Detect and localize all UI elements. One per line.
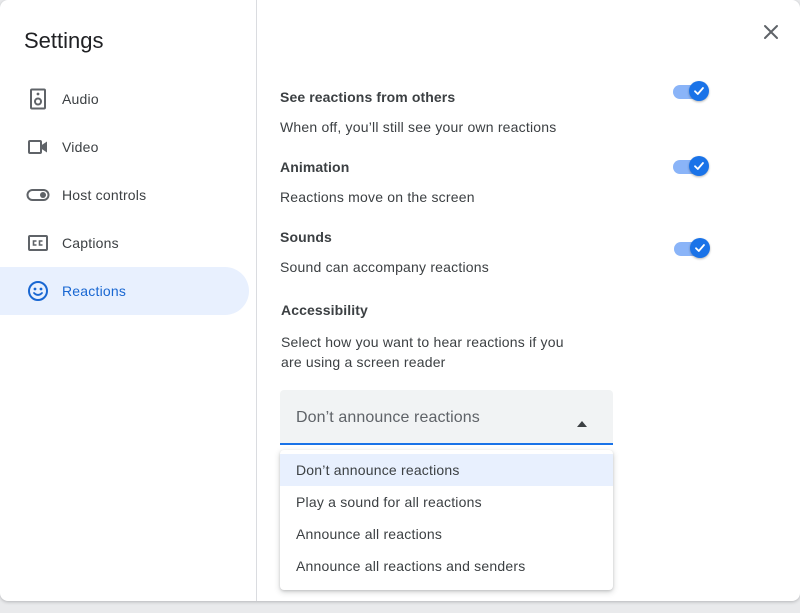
select-value: Don’t announce reactions bbox=[296, 409, 480, 426]
closed-captions-icon bbox=[26, 231, 50, 255]
video-camera-icon bbox=[26, 135, 50, 159]
checkmark-icon bbox=[694, 87, 704, 95]
sidebar-item-label: Reactions bbox=[62, 283, 127, 299]
dialog-title: Settings bbox=[24, 28, 104, 53]
animation-toggle[interactable] bbox=[673, 155, 711, 177]
checkmark-icon bbox=[694, 162, 704, 170]
setting-description: Reactions move on the screen bbox=[280, 189, 475, 205]
setting-description: When off, you’ll still see your own reac… bbox=[280, 119, 557, 135]
smiley-icon bbox=[26, 279, 50, 303]
arrow-up-icon bbox=[577, 414, 587, 432]
setting-title: Sounds bbox=[280, 229, 332, 245]
sidebar-item-label: Captions bbox=[62, 235, 119, 251]
option-play-sound[interactable]: Play a sound for all reactions bbox=[280, 486, 613, 518]
sidebar-item-host-controls[interactable]: Host controls bbox=[0, 171, 249, 219]
sidebar-item-captions[interactable]: Captions bbox=[0, 219, 249, 267]
setting-sounds: Sounds Sound can accompany reactions bbox=[280, 229, 720, 277]
close-icon bbox=[763, 24, 779, 45]
description-line: are using a screen reader bbox=[281, 354, 446, 370]
setting-animation: Animation Reactions move on the screen bbox=[280, 159, 720, 207]
setting-title: See reactions from others bbox=[280, 89, 456, 105]
toggle-thumb bbox=[689, 81, 709, 101]
description-line: Select how you want to hear reactions if… bbox=[281, 334, 564, 350]
settings-dialog: Settings Audio Video Host controls Capti… bbox=[0, 0, 800, 601]
screen-reader-options-menu: Don’t announce reactions Play a sound fo… bbox=[280, 450, 613, 590]
toggle-icon bbox=[26, 183, 50, 207]
setting-see-reactions: See reactions from others When off, you’… bbox=[280, 89, 720, 137]
sidebar-item-label: Video bbox=[62, 139, 99, 155]
speaker-icon bbox=[26, 87, 50, 111]
setting-description: Select how you want to hear reactions if… bbox=[281, 332, 721, 372]
setting-title: Accessibility bbox=[281, 302, 368, 318]
sidebar-item-label: Host controls bbox=[62, 187, 147, 203]
close-button[interactable] bbox=[755, 18, 787, 50]
toggle-thumb bbox=[690, 238, 710, 258]
setting-title: Animation bbox=[280, 159, 350, 175]
checkmark-icon bbox=[695, 244, 705, 252]
toggle-thumb bbox=[689, 156, 709, 176]
sidebar-item-reactions[interactable]: Reactions bbox=[0, 267, 249, 315]
sidebar-item-video[interactable]: Video bbox=[0, 123, 249, 171]
sounds-toggle[interactable] bbox=[674, 237, 712, 259]
settings-nav: Audio Video Host controls Captions React… bbox=[0, 75, 249, 315]
sidebar-item-audio[interactable]: Audio bbox=[0, 75, 249, 123]
setting-description: Sound can accompany reactions bbox=[280, 259, 489, 275]
see-reactions-toggle[interactable] bbox=[673, 80, 711, 102]
option-dont-announce[interactable]: Don’t announce reactions bbox=[280, 454, 613, 486]
sidebar-item-label: Audio bbox=[62, 91, 99, 107]
settings-sidebar: Settings Audio Video Host controls Capti… bbox=[0, 0, 257, 601]
option-announce-all[interactable]: Announce all reactions bbox=[280, 518, 613, 550]
setting-accessibility: Accessibility Select how you want to hea… bbox=[281, 302, 721, 372]
option-announce-all-senders[interactable]: Announce all reactions and senders bbox=[280, 550, 613, 582]
screen-reader-select[interactable]: Don’t announce reactions bbox=[280, 390, 613, 445]
